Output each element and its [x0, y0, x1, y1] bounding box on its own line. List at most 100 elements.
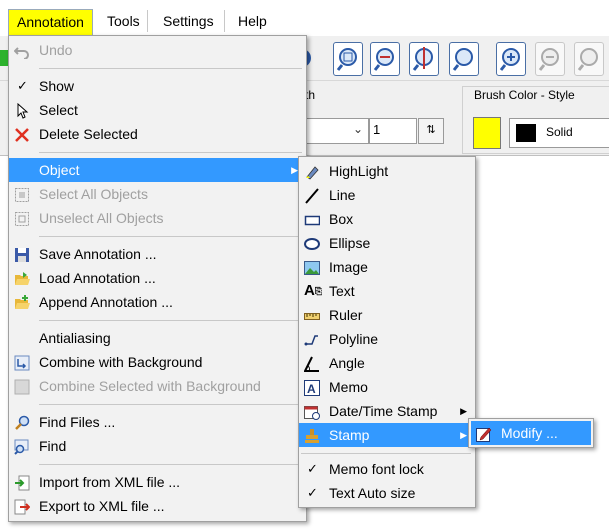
menu-item-label: Ellipse [329, 235, 371, 251]
menu-item-stamp[interactable]: Stamp ▶ [299, 423, 475, 447]
menu-settings[interactable]: Settings [155, 9, 222, 34]
width-style-select[interactable]: ⌄ [305, 118, 369, 144]
zoom-actual-icon[interactable] [449, 42, 479, 76]
zoom-width-icon[interactable] [370, 42, 400, 76]
edit-icon [476, 425, 492, 442]
svg-text:A: A [307, 382, 316, 396]
menu-item-label: Stamp [329, 427, 370, 443]
menu-item-image[interactable]: Image [299, 255, 475, 279]
menu-item-label: Text Auto size [329, 485, 416, 501]
menu-help[interactable]: Help [230, 9, 275, 34]
chevron-down-icon: ⌄ [352, 122, 363, 136]
text-icon: A⎘ [304, 282, 323, 299]
menu-item-label: Memo [329, 379, 368, 395]
brush-color-swatch[interactable] [473, 117, 501, 149]
menu-item-object[interactable]: Object ▶ [9, 158, 306, 182]
line-icon [304, 187, 320, 204]
menu-item-label: Import from XML file ... [39, 474, 181, 490]
menu-item-load-annotation[interactable]: Load Annotation ... [9, 266, 306, 290]
menu-item-label: Box [329, 211, 354, 227]
menu-item-memo-font-lock[interactable]: ✓ Memo font lock [299, 457, 475, 481]
menu-item-angle[interactable]: Angle [299, 351, 475, 375]
menu-item-label: Antialiasing [39, 330, 111, 346]
menu-item-label: Append Annotation ... [39, 294, 173, 310]
menu-item-delete-selected[interactable]: Delete Selected [9, 122, 306, 146]
menu-separator [224, 10, 225, 32]
brush-group-label: Brush Color - Style [472, 88, 577, 102]
menu-item-box[interactable]: Box [299, 207, 475, 231]
annotation-menu: Undo ✓ Show Select Delete Selected Objec… [8, 35, 307, 522]
menu-separator [39, 320, 302, 321]
menu-item-label: Load Annotation ... [39, 270, 156, 286]
submenu-arrow-icon: ▶ [460, 430, 467, 440]
menu-item-antialiasing[interactable]: Antialiasing [9, 326, 306, 350]
menu-item-ruler[interactable]: Ruler [299, 303, 475, 327]
menu-item-label: Delete Selected [39, 126, 138, 142]
zoom-height-icon[interactable] [409, 42, 439, 76]
menu-item-label: Memo font lock [329, 461, 424, 477]
menu-item-find-files[interactable]: Find Files ... [9, 410, 306, 434]
menu-item-label: Line [329, 187, 356, 203]
undo-icon [13, 42, 30, 60]
sort-spin-icon[interactable]: ⇅ [418, 118, 444, 144]
menu-tools[interactable]: Tools [99, 9, 148, 34]
menu-item-label: Save Annotation ... [39, 246, 157, 262]
submenu-arrow-icon: ▶ [291, 165, 298, 175]
menu-item-unselect-all-objects: Unselect All Objects [9, 206, 306, 230]
combine-icon [14, 354, 30, 371]
menu-separator [39, 464, 302, 465]
menu-separator [147, 10, 148, 32]
export-icon [14, 498, 31, 515]
menu-item-append-annotation[interactable]: Append Annotation ... [9, 290, 306, 314]
menu-item-label: Find [39, 438, 67, 454]
import-icon [14, 474, 30, 491]
menu-item-ellipse[interactable]: Ellipse [299, 231, 475, 255]
highlighter-icon [304, 163, 320, 180]
menu-item-polyline[interactable]: Polyline [299, 327, 475, 351]
memo-icon: A [304, 379, 320, 396]
menu-item-highlight[interactable]: HighLight [299, 159, 475, 183]
delete-x-icon [14, 126, 30, 142]
menu-item-combine-selected-background: Combine Selected with Background [9, 374, 306, 398]
status-indicator [0, 50, 8, 66]
menu-item-memo[interactable]: A Memo [299, 375, 475, 399]
menu-item-datetime-stamp[interactable]: Date/Time Stamp ▶ [299, 399, 475, 423]
menu-item-select-all-objects: Select All Objects [9, 182, 306, 206]
combine-selected-icon [14, 378, 30, 395]
unselect-all-icon [14, 210, 30, 226]
menu-separator [39, 404, 302, 405]
menu-item-label: Combine Selected with Background [39, 378, 261, 394]
menu-item-select[interactable]: Select [9, 98, 306, 122]
menu-item-line[interactable]: Line [299, 183, 475, 207]
checkmark-icon: ✓ [17, 78, 28, 93]
menu-item-label: Image [329, 259, 368, 275]
menu-item-text[interactable]: A⎘ Text [299, 279, 475, 303]
menu-annotation[interactable]: Annotation [8, 9, 93, 35]
menu-separator [39, 236, 302, 237]
menu-item-modify[interactable]: Modify ... [471, 421, 591, 445]
menu-item-import-xml[interactable]: Import from XML file ... [9, 470, 306, 494]
menu-separator [39, 68, 302, 69]
menu-item-label: Angle [329, 355, 365, 371]
menu-item-show[interactable]: ✓ Show [9, 74, 306, 98]
width-value-input[interactable]: 1 [369, 118, 417, 144]
zoom-fit-icon[interactable] [333, 42, 363, 76]
menu-item-label: Object [39, 162, 80, 178]
menu-item-save-annotation[interactable]: Save Annotation ... [9, 242, 306, 266]
menu-item-label: Show [39, 78, 75, 94]
brush-style-swatch [516, 124, 536, 142]
menu-item-label: Select [39, 102, 78, 118]
menu-item-find[interactable]: Find [9, 434, 306, 458]
menu-item-export-xml[interactable]: Export to XML file ... [9, 494, 306, 518]
image-icon [304, 259, 320, 275]
box-icon [304, 211, 321, 227]
zoom-reset-icon[interactable] [574, 42, 604, 76]
zoom-in-icon[interactable] [496, 42, 526, 76]
floppy-disk-icon [14, 246, 30, 262]
menu-item-label: Polyline [329, 331, 379, 347]
brush-style-select[interactable]: Solid [509, 118, 609, 148]
zoom-out-icon[interactable] [535, 42, 565, 76]
menu-item-combine-background[interactable]: Combine with Background [9, 350, 306, 374]
menu-item-label: Find Files ... [39, 414, 116, 430]
menu-item-text-auto-size[interactable]: ✓ Text Auto size [299, 481, 475, 505]
